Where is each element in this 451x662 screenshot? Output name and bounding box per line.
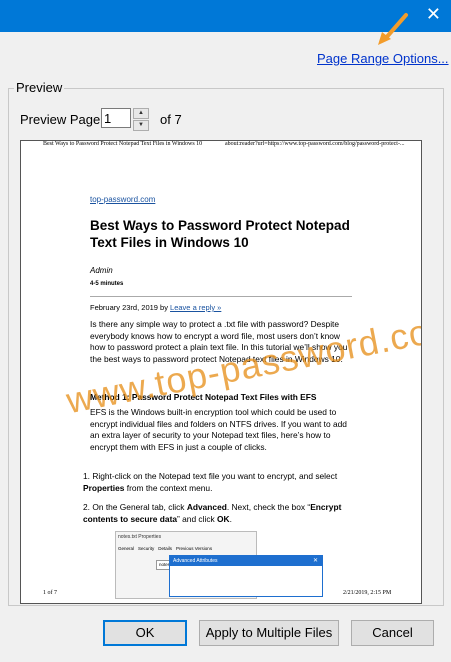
date-text: February 23rd, 2019 by — [90, 303, 171, 312]
shot-tabs: General Security Details Previous Versions — [118, 546, 216, 551]
site-link: top-password.com — [90, 195, 156, 204]
step-text: . Next, check the box “ — [226, 502, 311, 512]
page-footer-right: 2/21/2019, 2:15 PM — [343, 590, 392, 596]
spin-up-button[interactable]: ▲ — [133, 108, 149, 119]
step-bold: OK — [217, 513, 230, 524]
efs-paragraph: EFS is the Windows built-in encryption t… — [90, 407, 347, 452]
shot-title: notes.txt Properties — [118, 534, 162, 540]
cancel-button[interactable]: Cancel — [351, 620, 434, 646]
step-number: 2. — [83, 502, 90, 512]
page-number-input[interactable]: 1 — [101, 108, 131, 128]
ok-button[interactable]: OK — [103, 620, 187, 646]
adv-titlebar: Advanced Attributes ✕ — [170, 556, 322, 566]
reply-link: Leave a reply » — [170, 303, 222, 312]
list-item: 2. On the General tab, click Advanced. N… — [83, 502, 355, 525]
print-preview-page: Best Ways to Password Protect Notepad Te… — [20, 140, 422, 604]
annotation-arrow-icon — [378, 13, 408, 45]
step-text: Right-click on the Notepad text file you… — [92, 471, 338, 481]
shot-tab: Previous Versions — [176, 546, 213, 551]
page-footer-left: 1 of 7 — [43, 590, 57, 596]
apply-multiple-files-button[interactable]: Apply to Multiple Files — [199, 620, 339, 646]
step-text: On the General tab, click — [92, 502, 187, 512]
page-header-right: about:reader?url=https://www.top-passwor… — [225, 141, 405, 147]
step-bold: Advanced — [186, 502, 227, 512]
article-author: Admin — [90, 266, 113, 275]
shot-tab: General — [118, 546, 135, 551]
page-count-label: of 7 — [160, 112, 182, 127]
read-time: 4-5 minutes — [90, 281, 124, 287]
advanced-attributes-dialog: Advanced Attributes ✕ — [169, 555, 323, 597]
shot-tab: Security — [138, 546, 155, 551]
preview-page-label: Preview Page — [20, 112, 101, 127]
step-bold: Properties — [83, 482, 125, 493]
article-title: Best Ways to Password Protect Notepad Te… — [90, 218, 350, 250]
adv-title: Advanced Attributes — [173, 558, 218, 564]
spin-down-button[interactable]: ▼ — [133, 120, 149, 131]
page-range-options-link[interactable]: Page Range Options... — [317, 51, 449, 66]
step-text: . — [229, 513, 232, 524]
close-icon[interactable]: ✕ — [426, 4, 441, 24]
list-item: 1. Right-click on the Notepad text file … — [83, 471, 355, 494]
step-text: ” and click — [177, 513, 218, 524]
adv-close-icon: ✕ — [312, 558, 318, 564]
page-spinner: ▲ ▼ — [133, 108, 149, 131]
preview-group-label: Preview — [14, 80, 65, 95]
step-text: from the context menu. — [124, 482, 213, 493]
article-date: February 23rd, 2019 by Leave a reply » — [90, 303, 221, 312]
page-header-left: Best Ways to Password Protect Notepad Te… — [43, 141, 203, 147]
shot-tab: Details — [158, 546, 173, 551]
step-number: 1. — [83, 471, 90, 481]
divider — [90, 296, 352, 297]
